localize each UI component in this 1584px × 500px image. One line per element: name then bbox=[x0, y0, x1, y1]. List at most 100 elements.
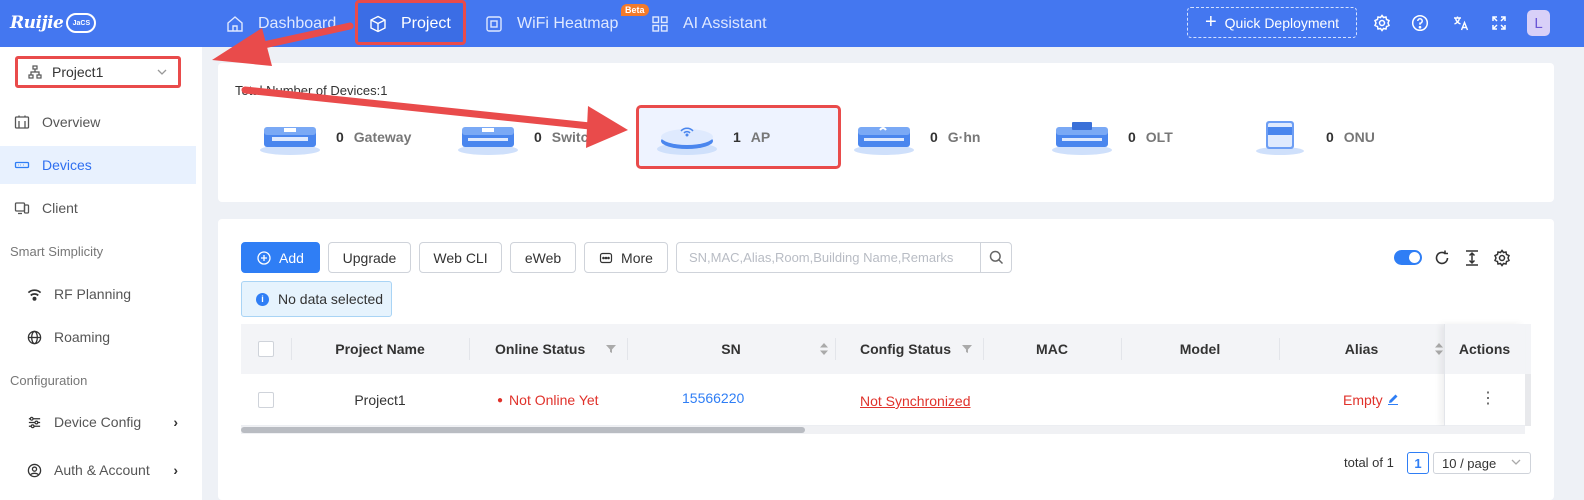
nav-dashboard[interactable]: Dashboard bbox=[226, 0, 336, 47]
row-more-actions-icon[interactable]: ⋮ bbox=[1480, 388, 1496, 408]
vertical-scrollbar[interactable] bbox=[1525, 374, 1531, 426]
access-point-icon bbox=[657, 127, 717, 155]
cell-alias: Empty bbox=[1343, 392, 1399, 408]
home-icon bbox=[227, 15, 243, 32]
switch-device-icon bbox=[458, 127, 518, 155]
info-icon: i bbox=[256, 292, 269, 306]
sidebar-item-roaming[interactable]: Roaming bbox=[0, 318, 196, 356]
edit-pencil-icon[interactable] bbox=[1387, 393, 1399, 405]
cell-online-status: ● Not Online Yet bbox=[497, 392, 599, 408]
user-circle-icon bbox=[27, 463, 42, 477]
column-config-status[interactable]: Config Status bbox=[835, 324, 983, 374]
cloud-icon: JaCS bbox=[66, 13, 97, 33]
device-type-ghn[interactable]: 0 G·hn bbox=[852, 107, 980, 167]
device-type-ap[interactable]: 1 AP bbox=[636, 105, 841, 169]
globe-icon bbox=[27, 330, 42, 344]
selection-info-bar: i No data selected bbox=[241, 281, 392, 317]
gateway-device-icon bbox=[260, 127, 320, 155]
column-online-status[interactable]: Online Status bbox=[469, 324, 627, 374]
device-summary-card: Total Number of Devices:1 0 Gateway 0 Sw… bbox=[218, 63, 1554, 202]
heatmap-icon bbox=[486, 15, 502, 32]
add-button[interactable]: Add bbox=[241, 242, 320, 273]
top-bar: Ruijie JaCS Dashboard Project WiFi Heatm… bbox=[0, 0, 1584, 47]
chevron-down-icon bbox=[156, 65, 168, 81]
search-box bbox=[676, 242, 1012, 273]
client-icon bbox=[14, 202, 30, 215]
filter-icon[interactable] bbox=[961, 343, 973, 355]
sort-icon[interactable] bbox=[1434, 342, 1444, 356]
table-row: Project1 ● Not Online Yet 15566220 Not Sy… bbox=[241, 374, 1531, 426]
table-settings-gear-icon[interactable] bbox=[1492, 248, 1512, 268]
sidebar-group-configuration: Configuration bbox=[10, 373, 88, 388]
column-mac: MAC bbox=[1036, 341, 1068, 357]
ruijie-logo[interactable]: Ruijie JaCS bbox=[10, 10, 97, 36]
eweb-button[interactable]: eWeb bbox=[510, 242, 576, 273]
search-input[interactable] bbox=[677, 243, 981, 272]
settings-gear-icon[interactable] bbox=[1372, 13, 1392, 33]
pagination-total: total of 1 bbox=[1344, 455, 1394, 470]
device-type-gateway[interactable]: 0 Gateway bbox=[258, 107, 411, 167]
org-tree-icon bbox=[28, 65, 42, 79]
column-sn[interactable]: SN bbox=[627, 324, 835, 374]
sliders-icon bbox=[28, 416, 41, 428]
nav-project[interactable]: Project bbox=[369, 0, 451, 47]
view-toggle-switch[interactable] bbox=[1394, 250, 1422, 265]
column-model: Model bbox=[1179, 341, 1221, 357]
sidebar: Project1 Overview Devices Client Smart S… bbox=[0, 47, 202, 500]
beta-badge: Beta bbox=[621, 4, 649, 16]
pagination-page-1[interactable]: 1 bbox=[1407, 452, 1429, 474]
cell-config-status-link[interactable]: Not Synchronized bbox=[860, 393, 971, 409]
column-project-name: Project Name bbox=[335, 341, 425, 357]
sidebar-item-overview[interactable]: Overview bbox=[0, 103, 196, 141]
row-checkbox[interactable] bbox=[258, 392, 274, 408]
web-cli-button[interactable]: Web CLI bbox=[419, 242, 502, 273]
nav-ai-assistant[interactable]: AI Assistant bbox=[651, 0, 767, 47]
sidebar-item-rf-planning[interactable]: RF Planning bbox=[0, 275, 196, 313]
cell-sn-link[interactable]: 15566220 bbox=[682, 390, 744, 406]
sidebar-item-client[interactable]: Client bbox=[0, 189, 196, 227]
cell-project-name: Project1 bbox=[354, 392, 406, 408]
device-type-olt[interactable]: 0 OLT bbox=[1050, 107, 1173, 167]
quick-deployment-button[interactable]: + Quick Deployment bbox=[1187, 7, 1357, 38]
chevron-right-icon: › bbox=[173, 414, 178, 430]
project-selector[interactable]: Project1 bbox=[15, 56, 181, 88]
cube-icon bbox=[370, 15, 386, 32]
select-all-checkbox[interactable] bbox=[258, 341, 274, 357]
filter-icon[interactable] bbox=[605, 343, 617, 355]
chevron-right-icon: › bbox=[173, 462, 178, 478]
search-icon[interactable] bbox=[980, 243, 1011, 272]
column-height-icon[interactable] bbox=[1462, 248, 1482, 268]
page-size-select[interactable]: 10 / page bbox=[1433, 452, 1531, 474]
device-icon bbox=[14, 161, 30, 169]
status-dot-icon: ● bbox=[497, 395, 504, 406]
sidebar-item-device-config[interactable]: Device Config › bbox=[0, 403, 196, 441]
plus-icon: + bbox=[1204, 11, 1217, 33]
horizontal-scrollbar-thumb[interactable] bbox=[241, 427, 805, 433]
help-icon[interactable] bbox=[1410, 13, 1430, 33]
sidebar-item-devices[interactable]: Devices bbox=[0, 146, 196, 184]
ghn-device-icon bbox=[854, 127, 914, 155]
more-button[interactable]: More bbox=[584, 242, 668, 273]
onu-device-icon bbox=[1256, 121, 1304, 155]
sidebar-item-auth-account[interactable]: Auth & Account › bbox=[0, 451, 196, 489]
sidebar-group-smart-simplicity: Smart Simplicity bbox=[10, 244, 104, 259]
upgrade-button[interactable]: Upgrade bbox=[328, 242, 411, 273]
refresh-icon[interactable] bbox=[1432, 248, 1452, 268]
grid-apps-icon bbox=[652, 15, 668, 32]
user-avatar[interactable]: L bbox=[1527, 10, 1550, 36]
wifi-icon bbox=[27, 288, 42, 301]
chevron-down-icon bbox=[1510, 456, 1522, 471]
device-type-switch[interactable]: 0 Switch bbox=[456, 107, 597, 167]
plus-circle-icon bbox=[257, 250, 271, 265]
overview-icon bbox=[14, 115, 30, 129]
column-alias[interactable]: Alias bbox=[1279, 324, 1444, 374]
sort-icon[interactable] bbox=[819, 342, 829, 356]
translate-icon[interactable] bbox=[1451, 13, 1471, 33]
actions-column bbox=[1444, 324, 1525, 426]
more-dots-icon bbox=[599, 252, 613, 263]
nav-wifi-heatmap[interactable]: WiFi Heatmap bbox=[485, 0, 618, 47]
olt-device-icon bbox=[1052, 122, 1112, 155]
fullscreen-icon[interactable] bbox=[1489, 13, 1509, 33]
total-devices-label: Total Number of Devices:1 bbox=[235, 83, 388, 98]
device-type-onu[interactable]: 0 ONU bbox=[1248, 107, 1375, 167]
